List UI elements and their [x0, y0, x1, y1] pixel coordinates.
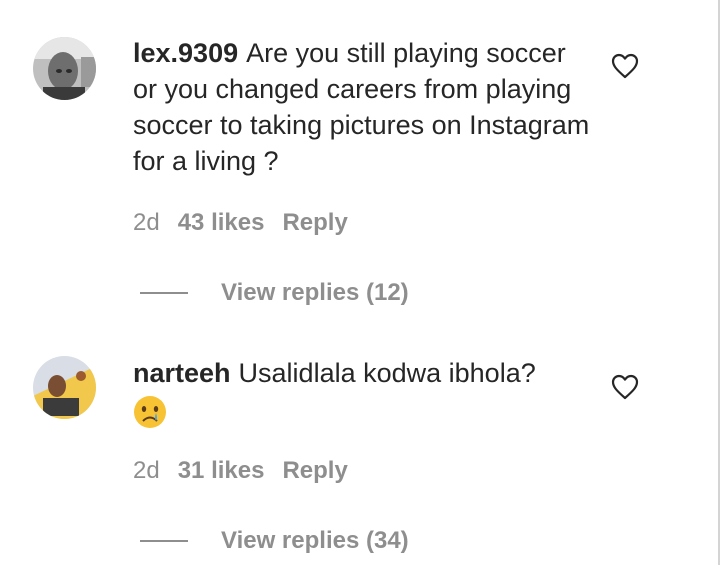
avatar[interactable] — [33, 356, 96, 419]
reply-button[interactable]: Reply — [282, 457, 347, 485]
crying-face-emoji-icon — [134, 395, 166, 428]
view-replies-label: View replies (34) — [221, 527, 409, 554]
comment-time: 2d — [133, 457, 160, 484]
comment-text: narteeh Usalidlala kodwa ibhola? — [133, 355, 593, 429]
comment-body: Usalidlala kodwa ibhola? — [238, 358, 536, 388]
view-replies-button[interactable]: View replies (34) — [140, 527, 409, 555]
likes-count[interactable]: 31 likes — [178, 457, 265, 485]
comment-username[interactable]: narteeh — [133, 358, 231, 388]
heart-icon[interactable] — [611, 374, 639, 400]
comment-meta: 2d 31 likes Reply — [133, 457, 348, 485]
user-photo-avatar-icon — [33, 356, 96, 419]
divider-line — [140, 540, 188, 542]
comment-item: narteeh Usalidlala kodwa ibhola? 2d 31 li… — [0, 0, 720, 565]
